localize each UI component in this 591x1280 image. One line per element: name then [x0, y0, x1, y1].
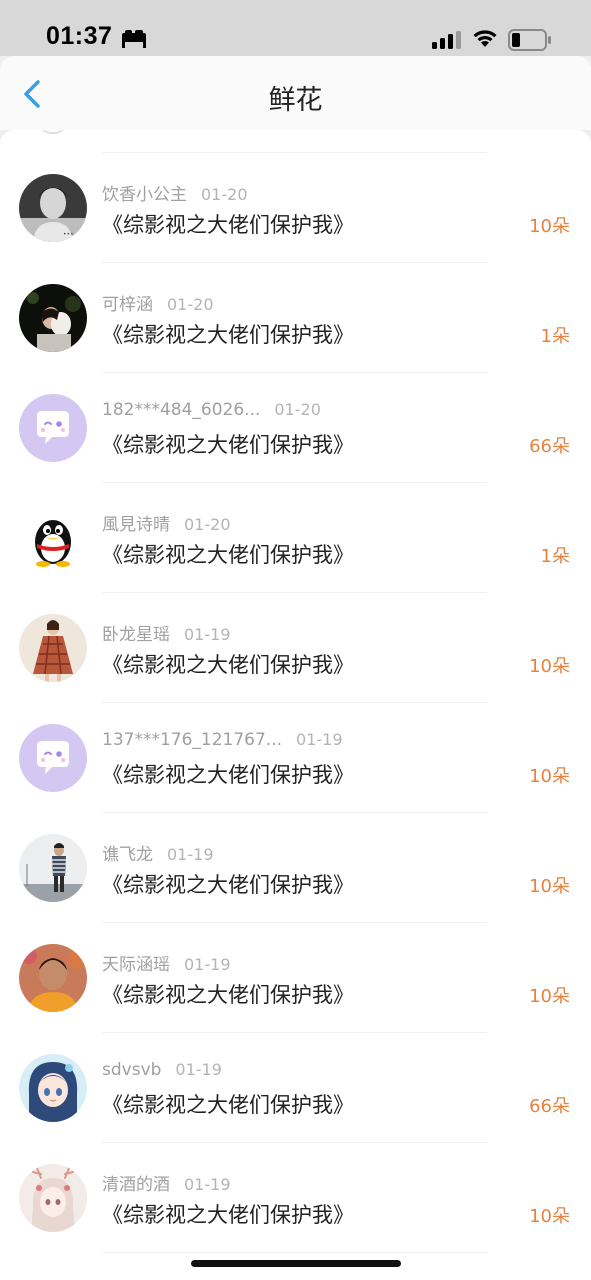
- divider: [102, 1252, 487, 1253]
- record-meta: 天际涵瑶 01-19: [102, 950, 231, 975]
- cellular-signal-icon: [432, 31, 461, 49]
- list-item[interactable]: ••• 饮香小公主 01-20 《综影视之大佬们保护我》 10朵: [0, 130, 591, 263]
- record-date: 01-20: [167, 295, 214, 314]
- list-item[interactable]: 清酒的酒 01-19 《综影视之大佬们保护我》 10朵: [0, 1120, 591, 1253]
- flower-count: 10朵: [529, 216, 570, 237]
- status-time: 01:37: [46, 22, 113, 50]
- username: 清酒的酒: [102, 1175, 170, 1195]
- home-indicator[interactable]: [191, 1260, 401, 1267]
- book-title: 《综影视之大佬们保护我》: [102, 1093, 354, 1117]
- qq-penguin-avatar[interactable]: [19, 504, 87, 572]
- svg-text:•••: •••: [63, 231, 74, 238]
- navigation-bar: 鲜花: [0, 56, 591, 130]
- username: 風見诗晴: [102, 515, 170, 535]
- flower-count: 10朵: [529, 1206, 570, 1227]
- record-date: 01-19: [167, 845, 214, 864]
- username: 谯飞龙: [102, 845, 153, 865]
- page-title: 鲜花: [268, 85, 323, 116]
- night-couple-photo-avatar[interactable]: [19, 284, 87, 352]
- book-title: 《综影视之大佬们保护我》: [102, 543, 354, 567]
- flower-count: 66朵: [529, 436, 570, 457]
- book-title: 《综影视之大佬们保护我》: [102, 653, 354, 677]
- grayscale-photo-avatar[interactable]: •••: [19, 174, 87, 242]
- book-title: 《综影视之大佬们保护我》: [102, 213, 354, 237]
- list-item[interactable]: sdvsvb 01-19 《综影视之大佬们保护我》 66朵: [0, 1010, 591, 1143]
- book-title: 《综影视之大佬们保护我》: [102, 433, 354, 457]
- record-meta: 饮香小公主 01-20: [102, 180, 248, 205]
- list-item[interactable]: 天际涵瑶 01-19 《综影视之大佬们保护我》 10朵: [0, 900, 591, 1033]
- record-date: 01-20: [274, 400, 321, 419]
- man-standing-photo-avatar[interactable]: [19, 834, 87, 902]
- record-meta: 137***176_121767... 01-19: [102, 730, 343, 750]
- flower-count: 1朵: [540, 546, 570, 567]
- list-item[interactable]: 風見诗晴 01-20 《综影视之大佬们保护我》 1朵: [0, 460, 591, 593]
- book-title: 《综影视之大佬们保护我》: [102, 1203, 354, 1227]
- record-meta: 卧龙星瑶 01-19: [102, 620, 231, 645]
- book-title: 《综影视之大佬们保护我》: [102, 323, 354, 347]
- anime-girl-avatar[interactable]: [19, 1054, 87, 1122]
- book-title: 《综影视之大佬们保护我》: [102, 763, 354, 787]
- flower-count: 10朵: [529, 656, 570, 677]
- chat-bubble-default-avatar[interactable]: [19, 724, 87, 792]
- anime-deer-girl-avatar[interactable]: [19, 1164, 87, 1232]
- list-item[interactable]: 182***484_6026... 01-20 《综影视之大佬们保护我》 66朵: [0, 350, 591, 483]
- flower-count: 10朵: [529, 986, 570, 1007]
- record-meta: 谯飞龙 01-19: [102, 840, 214, 865]
- list-item[interactable]: 可梓涵 01-20 《综影视之大佬们保护我》 1朵: [0, 240, 591, 373]
- record-meta: sdvsvb 01-19: [102, 1060, 222, 1080]
- flower-records-list[interactable]: ••• 饮香小公主 01-20 《综影视之大佬们保护我》 10朵 可梓涵 01-20…: [0, 130, 591, 1280]
- book-title: 《综影视之大佬们保护我》: [102, 873, 354, 897]
- username: 天际涵瑶: [102, 955, 170, 975]
- username: sdvsvb: [102, 1060, 162, 1080]
- record-date: 01-19: [296, 730, 343, 749]
- username: 卧龙星瑶: [102, 625, 170, 645]
- bed-icon: [122, 30, 146, 48]
- record-meta: 182***484_6026... 01-20: [102, 400, 321, 420]
- list-item[interactable]: 卧龙星瑶 01-19 《综影视之大佬们保护我》 10朵: [0, 570, 591, 703]
- woman-portrait-photo-avatar[interactable]: [19, 944, 87, 1012]
- record-meta: 可梓涵 01-20: [102, 290, 214, 315]
- flower-count: 66朵: [529, 1096, 570, 1117]
- chat-bubble-default-avatar[interactable]: [19, 394, 87, 462]
- record-meta: 清酒的酒 01-19: [102, 1170, 231, 1195]
- record-date: 01-20: [184, 515, 231, 534]
- flower-count: 10朵: [529, 766, 570, 787]
- plaid-dress-photo-avatar[interactable]: [19, 614, 87, 682]
- flower-count: 1朵: [540, 326, 570, 347]
- record-date: 01-19: [184, 1175, 231, 1194]
- record-date: 01-19: [184, 625, 231, 644]
- username: 可梓涵: [102, 295, 153, 315]
- username: 饮香小公主: [102, 185, 187, 205]
- status-bar: 01:37: [0, 0, 591, 56]
- record-date: 01-19: [184, 955, 231, 974]
- record-meta: 風見诗晴 01-20: [102, 510, 231, 535]
- battery-icon: [508, 29, 551, 51]
- username: 182***484_6026...: [102, 400, 261, 420]
- book-title: 《综影视之大佬们保护我》: [102, 983, 354, 1007]
- username: 137***176_121767...: [102, 730, 283, 750]
- list-item[interactable]: 谯飞龙 01-19 《综影视之大佬们保护我》 10朵: [0, 790, 591, 923]
- record-date: 01-20: [201, 185, 248, 204]
- list-item[interactable]: 137***176_121767... 01-19 《综影视之大佬们保护我》 10…: [0, 680, 591, 813]
- wifi-icon: [473, 30, 497, 47]
- record-date: 01-19: [175, 1060, 222, 1079]
- flower-count: 10朵: [529, 876, 570, 897]
